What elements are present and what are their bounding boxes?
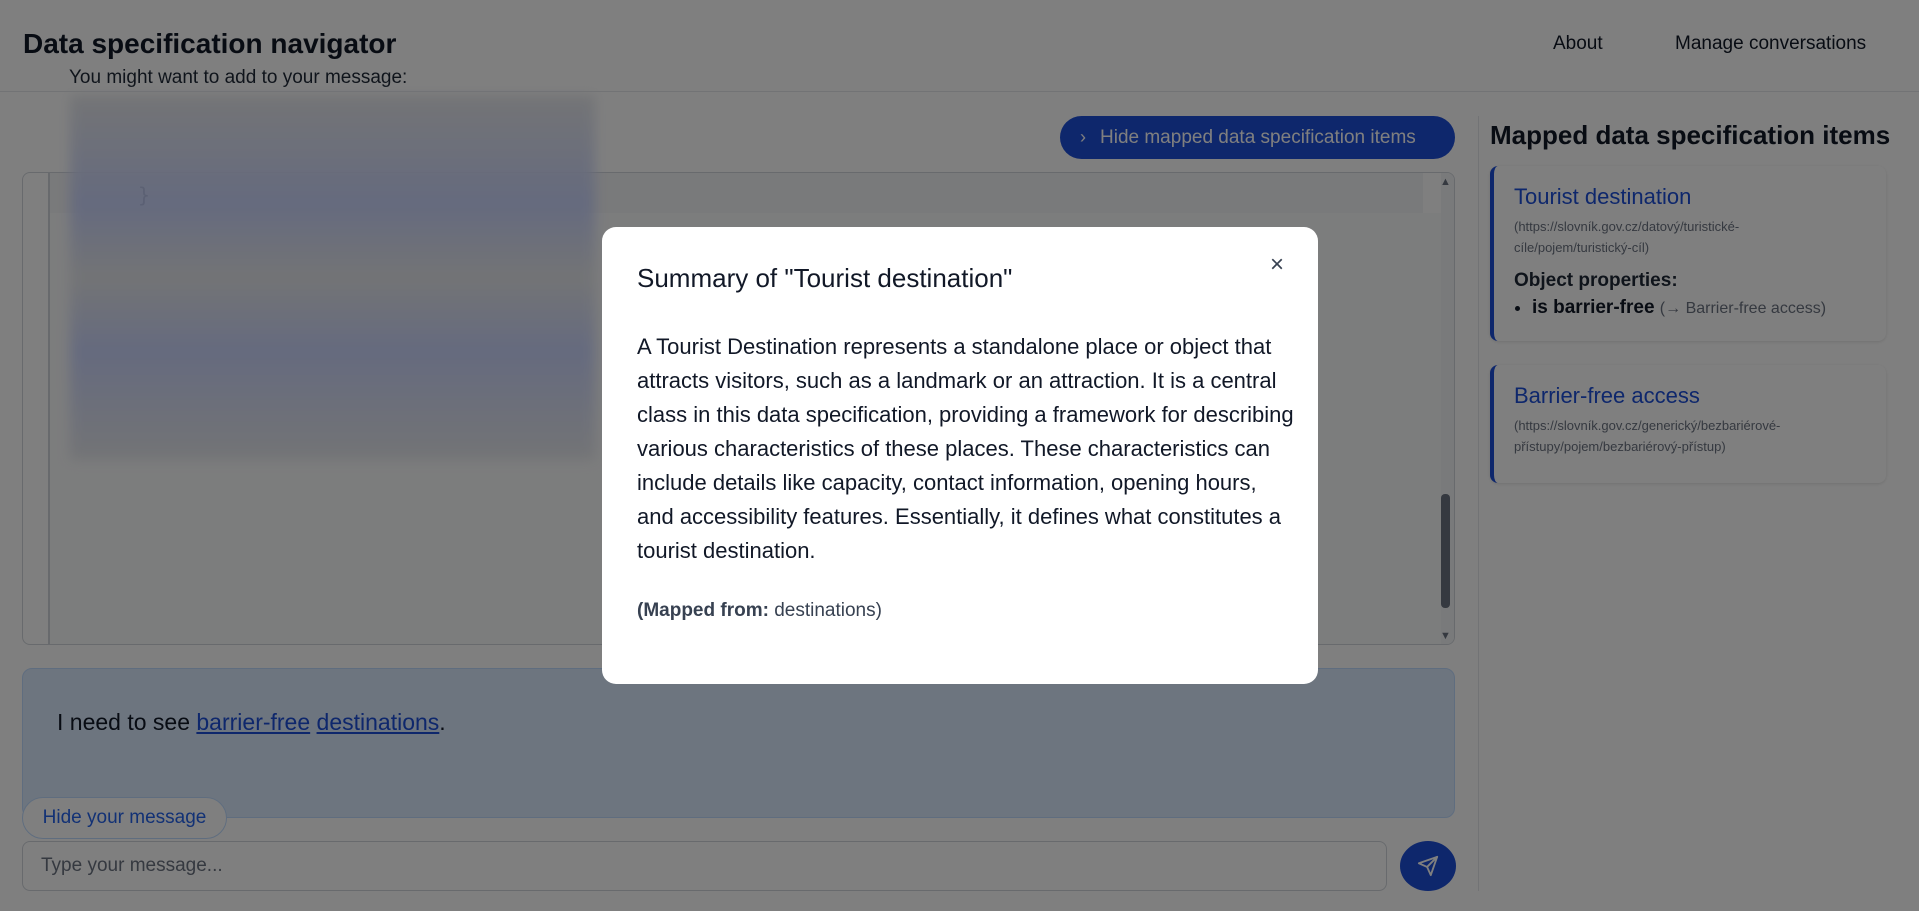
modal-title: Summary of "Tourist destination" bbox=[637, 263, 1013, 293]
summary-modal: Summary of "Tourist destination" × A Tou… bbox=[602, 227, 1318, 684]
mapped-from-value: destinations) bbox=[768, 600, 882, 621]
mapped-from-text: (Mapped from: destinations) bbox=[637, 600, 882, 622]
mapped-from-label: (Mapped from: bbox=[637, 600, 769, 621]
modal-body-text: A Tourist Destination represents a stand… bbox=[637, 334, 1294, 563]
close-icon[interactable]: × bbox=[1270, 251, 1284, 279]
